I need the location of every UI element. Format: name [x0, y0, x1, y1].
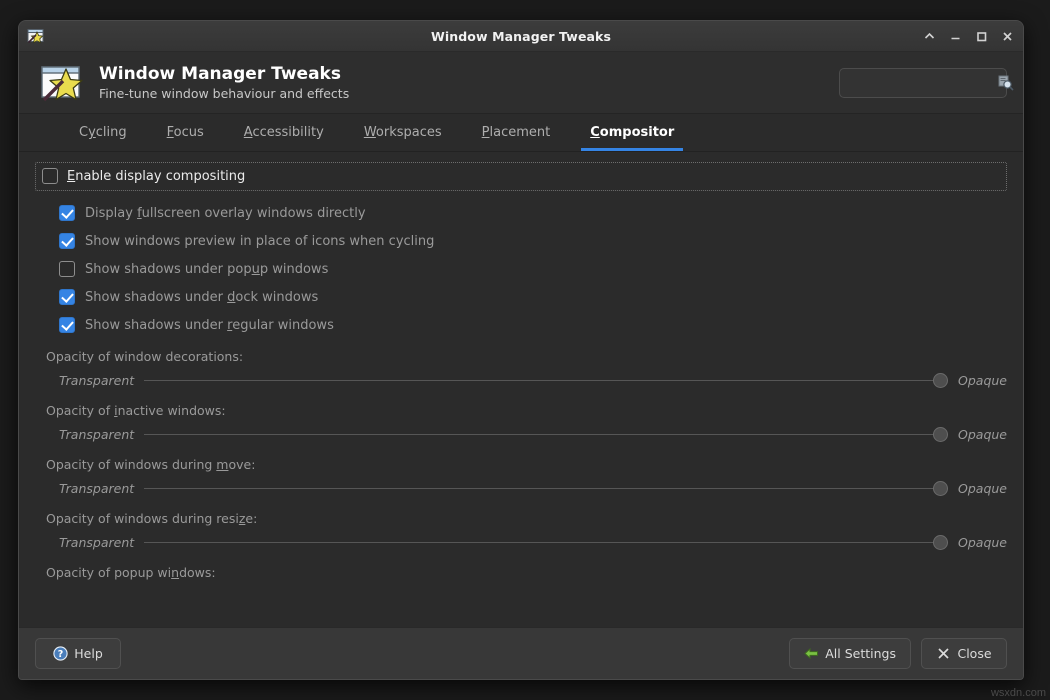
slider-min-label: Transparent	[59, 535, 134, 550]
help-circle-icon: ?	[53, 646, 68, 661]
option-row[interactable]: Show shadows under popup windows	[35, 255, 1007, 283]
tab-focus[interactable]: Focus	[147, 114, 224, 151]
display-fullscreen-overlay-checkbox[interactable]	[59, 205, 75, 221]
shadows-dock-checkbox[interactable]	[59, 289, 75, 305]
tab-placement[interactable]: Placement	[462, 114, 571, 151]
page-subtitle: Fine-tune window behaviour and effects	[99, 85, 349, 102]
slider-track[interactable]	[144, 534, 948, 550]
option-row[interactable]: Display fullscreen overlay windows direc…	[35, 199, 1007, 227]
opacity-during-move-slider[interactable]: Transparent Opaque	[35, 475, 1007, 501]
show-windows-preview-checkbox[interactable]	[59, 233, 75, 249]
help-button-label: Help	[74, 646, 103, 661]
shadows-regular-checkbox[interactable]	[59, 317, 75, 333]
slider-handle[interactable]	[933, 373, 948, 388]
tab-label: Cycling	[79, 125, 127, 140]
tab-label: Placement	[482, 125, 551, 140]
watermark: wsxdn.com	[991, 687, 1046, 699]
all-settings-button-label: All Settings	[825, 646, 896, 661]
shadows-popup-checkbox[interactable]	[59, 261, 75, 277]
maximize-button[interactable]	[973, 28, 990, 45]
slider-label-truncated: Opacity of popup windows:	[35, 565, 1007, 580]
slider-min-label: Transparent	[59, 481, 134, 496]
slider-handle[interactable]	[933, 535, 948, 550]
slider-track[interactable]	[144, 480, 948, 496]
close-dialog-button[interactable]: Close	[921, 638, 1007, 669]
opacity-window-decorations-slider[interactable]: Transparent Opaque	[35, 367, 1007, 393]
window-manager-tweaks-window: Window Manager Tweaks	[18, 20, 1024, 680]
tab-label: Compositor	[590, 125, 674, 140]
option-label: Show shadows under dock windows	[85, 290, 318, 305]
green-back-arrow-icon	[804, 646, 819, 661]
slider-handle[interactable]	[933, 427, 948, 442]
app-star-window-icon	[27, 27, 45, 45]
slider-label: Opacity of inactive windows:	[35, 403, 1007, 418]
window-title: Window Manager Tweaks	[19, 29, 1023, 44]
slider-min-label: Transparent	[59, 373, 134, 388]
search-input[interactable]	[847, 76, 997, 90]
option-label: Display fullscreen overlay windows direc…	[85, 206, 366, 221]
titlebar[interactable]: Window Manager Tweaks	[19, 21, 1023, 52]
tab-label: Accessibility	[244, 125, 324, 140]
search-find-icon[interactable]	[997, 74, 1014, 91]
tab-label: Workspaces	[364, 125, 442, 140]
option-label: Show shadows under regular windows	[85, 318, 334, 333]
option-row[interactable]: Show windows preview in place of icons w…	[35, 227, 1007, 255]
tab-cycling[interactable]: Cycling	[59, 114, 147, 151]
close-button[interactable]	[999, 28, 1016, 45]
enable-display-compositing-label: Enable display compositing	[67, 169, 245, 184]
tab-label: Focus	[167, 125, 204, 140]
opacity-inactive-windows-slider[interactable]: Transparent Opaque	[35, 421, 1007, 447]
close-dialog-button-label: Close	[957, 646, 991, 661]
slider-track[interactable]	[144, 426, 948, 442]
slider-label: Opacity of windows during resize:	[35, 511, 1007, 526]
slider-min-label: Transparent	[59, 427, 134, 442]
option-row[interactable]: Show shadows under dock windows	[35, 283, 1007, 311]
close-x-icon	[936, 646, 951, 661]
enable-display-compositing-row[interactable]: Enable display compositing	[35, 162, 1007, 191]
slider-max-label: Opaque	[958, 481, 1007, 496]
slider-track[interactable]	[144, 372, 948, 388]
tab-compositor[interactable]: Compositor	[570, 114, 694, 151]
slider-max-label: Opaque	[958, 373, 1007, 388]
header: Window Manager Tweaks Fine-tune window b…	[19, 52, 1023, 114]
page-title: Window Manager Tweaks	[99, 64, 349, 85]
titlebar-buttons	[921, 28, 1016, 45]
slider-max-label: Opaque	[958, 535, 1007, 550]
enable-display-compositing-checkbox[interactable]	[42, 168, 58, 184]
option-label: Show windows preview in place of icons w…	[85, 234, 434, 249]
minimize-button[interactable]	[947, 28, 964, 45]
slider-label: Opacity of window decorations:	[35, 349, 1007, 364]
header-text: Window Manager Tweaks Fine-tune window b…	[99, 64, 349, 102]
compositor-panel: Enable display compositing Display fulls…	[19, 152, 1023, 627]
all-settings-button[interactable]: All Settings	[789, 638, 911, 669]
opacity-during-resize-slider[interactable]: Transparent Opaque	[35, 529, 1007, 555]
slider-label: Opacity of windows during move:	[35, 457, 1007, 472]
footer: ? Help All Settings Close	[19, 627, 1023, 679]
option-row[interactable]: Show shadows under regular windows	[35, 311, 1007, 339]
help-button[interactable]: ? Help	[35, 638, 121, 669]
slider-handle[interactable]	[933, 481, 948, 496]
option-label: Show shadows under popup windows	[85, 262, 328, 277]
svg-text:?: ?	[58, 649, 64, 660]
shade-button[interactable]	[921, 28, 938, 45]
tab-workspaces[interactable]: Workspaces	[344, 114, 462, 151]
slider-max-label: Opaque	[958, 427, 1007, 442]
app-star-window-icon	[39, 60, 85, 106]
tab-bar: Cycling Focus Accessibility Workspaces P…	[19, 114, 1023, 152]
search-field[interactable]	[839, 68, 1007, 98]
tab-accessibility[interactable]: Accessibility	[224, 114, 344, 151]
